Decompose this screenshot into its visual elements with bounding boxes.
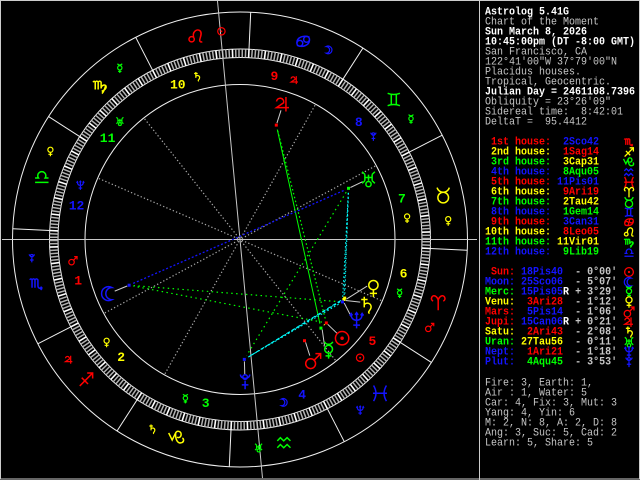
svg-text:10: 10 [170, 78, 186, 93]
svg-text:3: 3 [202, 396, 210, 411]
svg-text:7: 7 [398, 191, 406, 206]
svg-text:5: 5 [368, 334, 376, 349]
svg-text:6: 6 [400, 266, 408, 281]
svg-text:9: 9 [270, 69, 278, 84]
svg-text:1: 1 [74, 274, 82, 289]
svg-text:12: 12 [69, 199, 85, 214]
svg-text:4: 4 [298, 388, 306, 403]
svg-text:11: 11 [100, 131, 116, 146]
svg-text:2: 2 [117, 350, 125, 365]
svg-text:8: 8 [355, 115, 363, 130]
